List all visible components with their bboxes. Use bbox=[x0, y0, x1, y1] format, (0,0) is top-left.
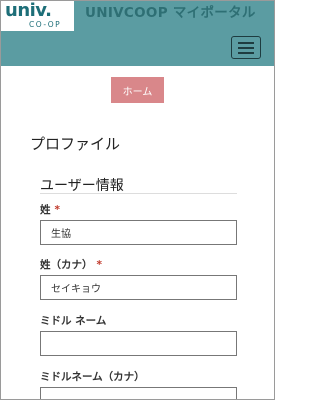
last-name-input[interactable]: 生協 bbox=[40, 220, 237, 245]
home-button[interactable]: ホーム bbox=[111, 77, 164, 103]
label-text: 姓 bbox=[40, 204, 51, 216]
required-mark: * bbox=[54, 204, 61, 216]
header-bar: univ. CO-OP UNIVCOOP マイポータル bbox=[1, 1, 274, 66]
logo-subtext: CO-OP bbox=[29, 20, 62, 29]
required-mark: * bbox=[96, 259, 103, 271]
hamburger-menu-button[interactable] bbox=[231, 36, 261, 59]
label-text: 姓（カナ） bbox=[40, 259, 93, 271]
field-label-last-name-kana: 姓（カナ） * bbox=[40, 257, 102, 272]
section-title: ユーザー情報 bbox=[40, 178, 124, 194]
last-name-kana-input[interactable]: セイキョウ bbox=[40, 275, 237, 300]
label-text: ミドル ネーム bbox=[40, 315, 107, 327]
hamburger-bar bbox=[238, 47, 254, 49]
site-title: UNIVCOOP マイポータル bbox=[85, 5, 256, 21]
hamburger-menu-icon bbox=[238, 42, 254, 44]
section-divider bbox=[40, 193, 237, 194]
univcoop-logo[interactable]: univ. CO-OP bbox=[1, 1, 74, 31]
field-label-middle-name: ミドル ネーム bbox=[40, 313, 106, 328]
field-label-middle-name-kana: ミドルネーム（カナ） bbox=[40, 369, 145, 384]
middle-name-input[interactable] bbox=[40, 331, 237, 356]
page-title: プロファイル bbox=[30, 135, 121, 153]
field-label-last-name: 姓 * bbox=[40, 202, 60, 217]
middle-name-kana-input[interactable] bbox=[40, 387, 237, 399]
hamburger-bar bbox=[238, 52, 254, 54]
label-text: ミドルネーム（カナ） bbox=[40, 371, 145, 383]
logo-text: univ. bbox=[5, 0, 52, 21]
app-frame: univ. CO-OP UNIVCOOP マイポータル ホーム プロファイル ユ… bbox=[0, 0, 275, 400]
